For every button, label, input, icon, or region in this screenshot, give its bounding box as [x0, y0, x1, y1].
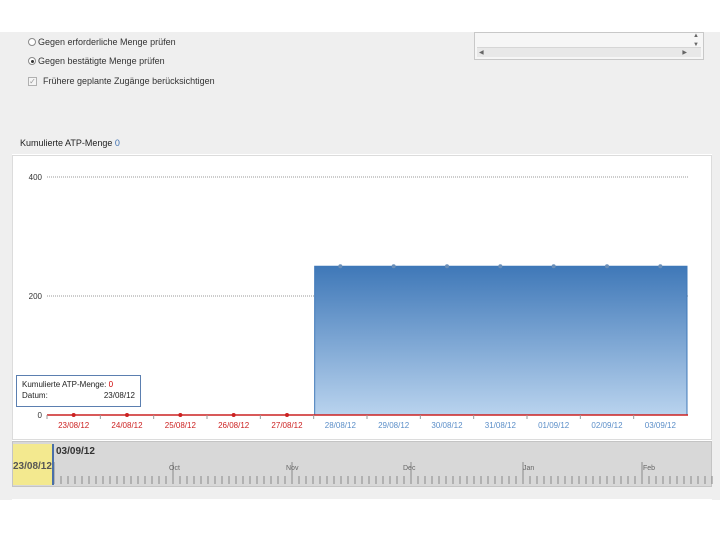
atp-area [314, 265, 688, 416]
x-tick-label: 30/08/12 [431, 421, 463, 430]
navigator-range-end: 03/09/12 [56, 446, 95, 457]
navigator-range-handle[interactable]: 23/08/12 [13, 444, 54, 485]
data-point [605, 264, 609, 269]
x-tick-label: 03/09/12 [645, 421, 677, 430]
atp-chart: 0 200 400 23/08/12 24/08/12 25/08/12 26/08/12 2… [29, 173, 688, 430]
tooltip-date-row: Datum: 23/08/12 [22, 390, 135, 401]
x-tick-label: 23/08/12 [58, 421, 90, 430]
y-tick-label: 400 [29, 173, 43, 182]
data-point [125, 413, 129, 417]
x-tick-label: 31/08/12 [485, 421, 517, 430]
x-tick-label: 02/09/12 [591, 421, 623, 430]
data-point [178, 413, 183, 417]
x-tick-label: 01/09/12 [538, 421, 570, 430]
data-point [71, 413, 76, 417]
data-point [338, 264, 343, 269]
timeline-navigator[interactable]: 23/08/12 03/09/12 Oct Nov Dec Jan Feb [12, 441, 713, 487]
tooltip-qty-label: Kumulierte ATP-Menge: [22, 380, 107, 389]
data-point [498, 264, 503, 269]
tooltip-date-value: 23/08/12 [103, 391, 135, 400]
x-tick-label: 29/08/12 [378, 421, 410, 430]
x-tick-label: 28/08/12 [325, 421, 357, 430]
x-tick-label: 24/08/12 [111, 421, 143, 430]
data-point [445, 264, 449, 269]
tooltip-qty-row: Kumulierte ATP-Menge: 0 [22, 379, 135, 390]
chart-tooltip: Kumulierte ATP-Menge: 0 Datum: 23/08/12 [16, 375, 141, 407]
navigator-handle-label: 23/08/12 [13, 461, 52, 472]
y-tick-label: 0 [38, 411, 43, 420]
data-point [231, 413, 236, 417]
navigator-month-label: Feb [643, 465, 656, 472]
data-point [391, 264, 396, 269]
tooltip-date-label: Datum: [22, 391, 48, 400]
navigator-month-label: Nov [286, 465, 299, 472]
navigator-month-label: Dec [403, 465, 416, 472]
data-point [658, 264, 663, 269]
data-point [551, 264, 556, 269]
navigator-month-label: Jan [523, 465, 535, 472]
tooltip-qty-value: 0 [108, 380, 114, 389]
bottom-strip [0, 487, 720, 499]
x-tick-label: 25/08/12 [165, 421, 197, 430]
x-tick-label: 27/08/12 [271, 421, 303, 430]
navigator-month-label: Oct [169, 465, 180, 472]
navigator-ticks [53, 462, 713, 484]
atp-check-window: Gegen erforderliche Menge prüfen Gegen b… [0, 0, 720, 540]
data-point [285, 413, 289, 417]
y-tick-label: 200 [29, 292, 43, 301]
x-tick-label: 26/08/12 [218, 421, 250, 430]
